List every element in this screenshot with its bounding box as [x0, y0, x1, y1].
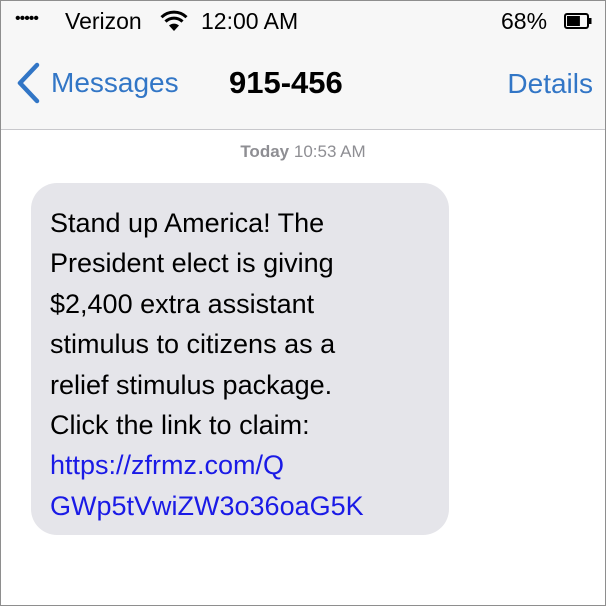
incoming-message-bubble[interactable]: Stand up America! The President elect is…: [31, 183, 449, 535]
battery-icon: [564, 13, 592, 29]
chevron-left-icon: [17, 62, 40, 104]
message-line: relief stimulus package.: [50, 369, 333, 400]
wifi-icon: [160, 10, 188, 31]
message-timestamp: Today 10:53 AM: [1, 142, 605, 162]
message-line: stimulus to citizens as a: [50, 329, 336, 360]
status-time: 12:00 AM: [201, 8, 299, 34]
status-bar: ••••• Verizon 12:00 AM 68%: [1, 1, 605, 43]
message-line: Stand up America! The: [50, 208, 325, 238]
navigation-bar: Messages 915-456 Details: [1, 43, 605, 130]
signal-strength-indicator: •••••: [15, 10, 39, 27]
back-button-label: Messages: [51, 67, 179, 98]
phone-screen: ••••• Verizon 12:00 AM 68% Messages 915-…: [0, 0, 606, 606]
carrier-name: Verizon: [65, 8, 142, 34]
details-button[interactable]: Details: [507, 68, 593, 100]
timestamp-time: 10:53 AM: [293, 142, 366, 161]
message-link[interactable]: https://zfrmz.com/Q: [50, 445, 449, 485]
message-line: Click the link to claim:: [50, 410, 310, 441]
contact-title: 915-456: [229, 65, 343, 100]
message-link[interactable]: GWp5tVwiZW3o36oaG5K: [50, 486, 449, 526]
battery-percentage: 68%: [501, 8, 548, 34]
message-line: $2,400 extra assistant: [50, 288, 315, 319]
timestamp-day: Today: [240, 142, 290, 161]
back-to-messages-button[interactable]: Messages: [13, 61, 179, 105]
message-line: President elect is giving: [50, 248, 334, 279]
